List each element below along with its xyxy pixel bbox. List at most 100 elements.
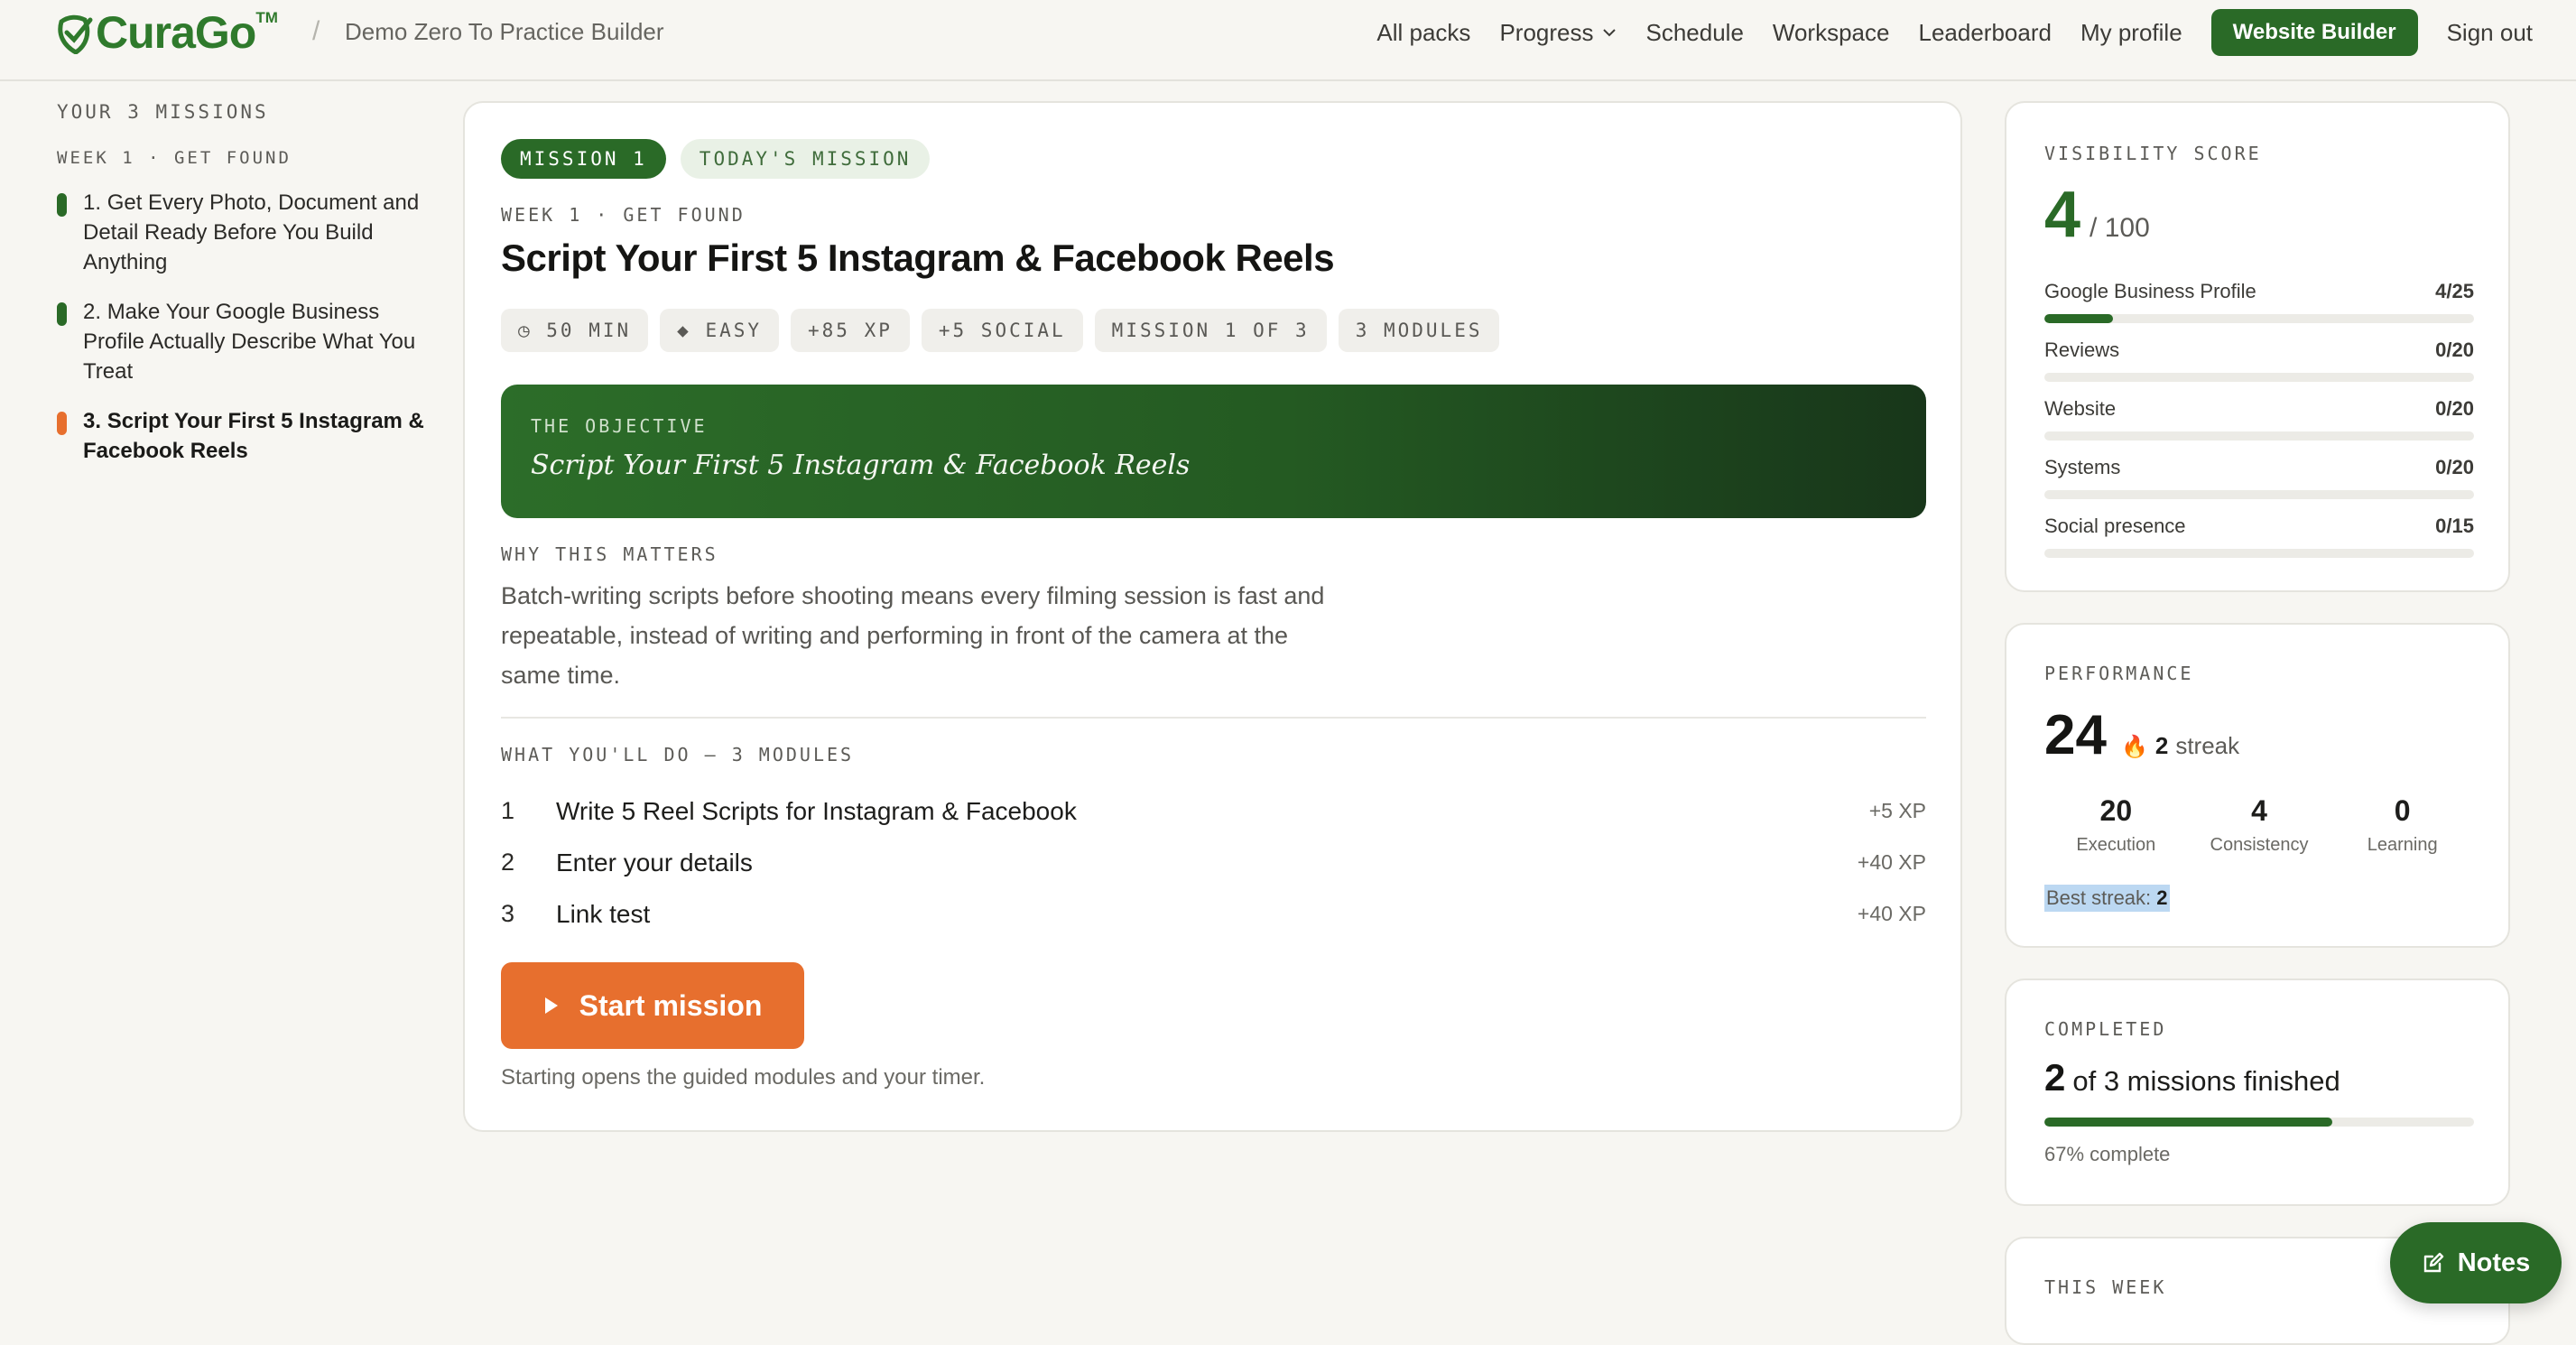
sidebar-week-label: WEEK 1 · GET FOUND	[57, 148, 292, 168]
objective-banner: THE OBJECTIVE Script Your First 5 Instag…	[501, 385, 1926, 518]
modules-label: WHAT YOU'LL DO — 3 MODULES	[501, 744, 855, 765]
mission-status-dot	[57, 302, 67, 326]
nav-progress[interactable]: Progress	[1499, 19, 1617, 47]
score-row-reviews: Reviews 0/20	[2044, 339, 2474, 397]
visibility-score-card: VISIBILITY SCORE 4 / 100 Google Business…	[2005, 101, 2510, 592]
stat-learning: 0 Learning	[2367, 794, 2438, 855]
progress-bar	[2044, 431, 2474, 441]
module-name: Write 5 Reel Scripts for Instagram & Fac…	[556, 796, 1077, 825]
start-mission-button[interactable]: Start mission	[501, 962, 804, 1049]
breadcrumb-separator: /	[312, 16, 320, 46]
score-row-systems: Systems 0/20	[2044, 456, 2474, 515]
module-xp: +5 XP	[1868, 799, 1926, 822]
duration-chip: ◷ 50 MIN	[501, 309, 649, 352]
completed-summary: 2 of 3 missions finished	[2044, 1056, 2340, 1099]
modules-count-chip: 3 MODULES	[1338, 309, 1500, 352]
xp-chip: +85 XP	[791, 309, 910, 352]
progress-bar	[2044, 373, 2474, 382]
mission-pills: MISSION 1 TODAY'S MISSION	[501, 139, 931, 179]
completion-bar	[2044, 1118, 2474, 1127]
fire-icon: 🔥	[2120, 735, 2148, 759]
completion-percent: 67% complete	[2044, 1143, 2171, 1165]
completed-count: 2	[2044, 1056, 2066, 1099]
mission-week-label: WEEK 1 · GET FOUND	[501, 204, 746, 226]
visibility-label: VISIBILITY SCORE	[2044, 143, 2262, 164]
section-divider	[501, 717, 1926, 719]
sidebar-heading: YOUR 3 MISSIONS	[57, 101, 269, 123]
completed-text: of 3 missions finished	[2072, 1065, 2340, 1097]
mission-status-dot	[57, 412, 67, 435]
notes-button[interactable]: Notes	[2390, 1222, 2562, 1303]
module-number: 3	[501, 900, 515, 927]
this-week-label: THIS WEEK	[2044, 1276, 2167, 1298]
score-row-website: Website 0/20	[2044, 397, 2474, 456]
edit-icon	[2423, 1252, 2443, 1273]
mission-status-dot	[57, 193, 67, 217]
nav-schedule[interactable]: Schedule	[1645, 19, 1743, 47]
social-chip: +5 SOCIAL	[921, 309, 1083, 352]
sign-out-link[interactable]: Sign out	[2447, 19, 2533, 47]
module-xp: +40 XP	[1857, 902, 1926, 925]
mission-position-chip: MISSION 1 OF 3	[1094, 309, 1327, 352]
brand-logo[interactable]: CuraGo TM	[56, 7, 278, 58]
objective-label: THE OBJECTIVE	[531, 415, 708, 437]
stat-consistency: 4 Consistency	[2210, 794, 2309, 855]
streak-indicator: 🔥 2 streak	[2121, 732, 2239, 760]
visibility-score-value: 4	[2044, 179, 2081, 251]
progress-bar	[2044, 549, 2474, 558]
mission-card: MISSION 1 TODAY'S MISSION WEEK 1 · GET F…	[463, 101, 1962, 1132]
best-streak: Best streak: 2	[2044, 885, 2170, 912]
nav-all-packs[interactable]: All packs	[1376, 19, 1470, 47]
start-mission-note: Starting opens the guided modules and yo…	[501, 1065, 986, 1090]
completed-label: COMPLETED	[2044, 1018, 2167, 1040]
website-builder-button[interactable]: Website Builder	[2210, 9, 2418, 56]
module-name: Link test	[556, 899, 651, 928]
breadcrumb-workspace[interactable]: Demo Zero To Practice Builder	[345, 18, 664, 46]
main-nav: All packs Progress Schedule Workspace Le…	[1376, 7, 2533, 58]
stat-execution: 20 Execution	[2076, 794, 2156, 855]
score-row-google-business: Google Business Profile 4/25	[2044, 280, 2474, 339]
progress-bar	[2044, 314, 2474, 323]
module-row[interactable]: 2 Enter your details +40 XP	[501, 837, 1926, 888]
performance-score: 24 🔥 2 streak	[2044, 708, 2239, 764]
sidebar-mission-1[interactable]: 1. Get Every Photo, Document and Detail …	[57, 188, 436, 277]
objective-text: Script Your First 5 Instagram & Facebook…	[531, 450, 1191, 481]
nav-workspace[interactable]: Workspace	[1773, 19, 1890, 47]
visibility-breakdown: Google Business Profile 4/25 Reviews 0/20 …	[2044, 280, 2474, 573]
play-icon	[544, 997, 558, 1014]
completed-card: COMPLETED 2 of 3 missions finished 67% c…	[2005, 979, 2510, 1206]
nav-leaderboard[interactable]: Leaderboard	[1918, 19, 2051, 47]
sidebar-mission-label: 3. Script Your First 5 Instagram & Faceb…	[83, 409, 424, 463]
nav-my-profile[interactable]: My profile	[2080, 19, 2182, 47]
missions-sidebar: YOUR 3 MISSIONS WEEK 1 · GET FOUND 1. Ge…	[57, 101, 436, 466]
mission-title: Script Your First 5 Instagram & Facebook…	[501, 237, 1335, 279]
start-mission-label: Start mission	[579, 988, 763, 1022]
chevron-down-icon	[1603, 29, 1617, 37]
top-nav-bar: CuraGo TM / Demo Zero To Practice Builde…	[0, 0, 2576, 81]
module-row[interactable]: 1 Write 5 Reel Scripts for Instagram & F…	[501, 785, 1926, 837]
visibility-score: 4 / 100	[2044, 182, 2150, 247]
streak-count: 2	[2154, 732, 2169, 759]
todays-mission-tag: TODAY'S MISSION	[680, 139, 931, 179]
module-number: 2	[501, 849, 515, 876]
brand-name: CuraGo	[96, 7, 256, 58]
why-label: WHY THIS MATTERS	[501, 543, 718, 565]
mission-meta-chips: ◷ 50 MIN ◆ EASY +85 XP +5 SOCIAL MISSION…	[501, 309, 1500, 352]
module-row[interactable]: 3 Link test +40 XP	[501, 888, 1926, 940]
nav-progress-label: Progress	[1499, 18, 1594, 46]
sidebar-mission-2[interactable]: 2. Make Your Google Business Profile Act…	[57, 297, 436, 386]
module-list: 1 Write 5 Reel Scripts for Instagram & F…	[501, 785, 1926, 940]
score-row-social: Social presence 0/15	[2044, 515, 2474, 573]
module-number: 1	[501, 797, 515, 824]
why-text: Batch-writing scripts before shooting me…	[501, 582, 1325, 689]
progress-bar	[2044, 490, 2474, 499]
performance-label: PERFORMANCE	[2044, 663, 2194, 684]
difficulty-chip: ◆ EASY	[660, 309, 780, 352]
sidebar-mission-label: 2. Make Your Google Business Profile Act…	[83, 300, 416, 384]
sidebar-mission-label: 1. Get Every Photo, Document and Detail …	[83, 190, 420, 274]
module-name: Enter your details	[556, 848, 753, 877]
performance-card: PERFORMANCE 24 🔥 2 streak 20 Execution 4…	[2005, 623, 2510, 948]
performance-score-value: 24	[2044, 704, 2107, 766]
mission-number-badge: MISSION 1	[501, 139, 666, 179]
sidebar-mission-3[interactable]: 3. Script Your First 5 Instagram & Faceb…	[57, 406, 436, 466]
